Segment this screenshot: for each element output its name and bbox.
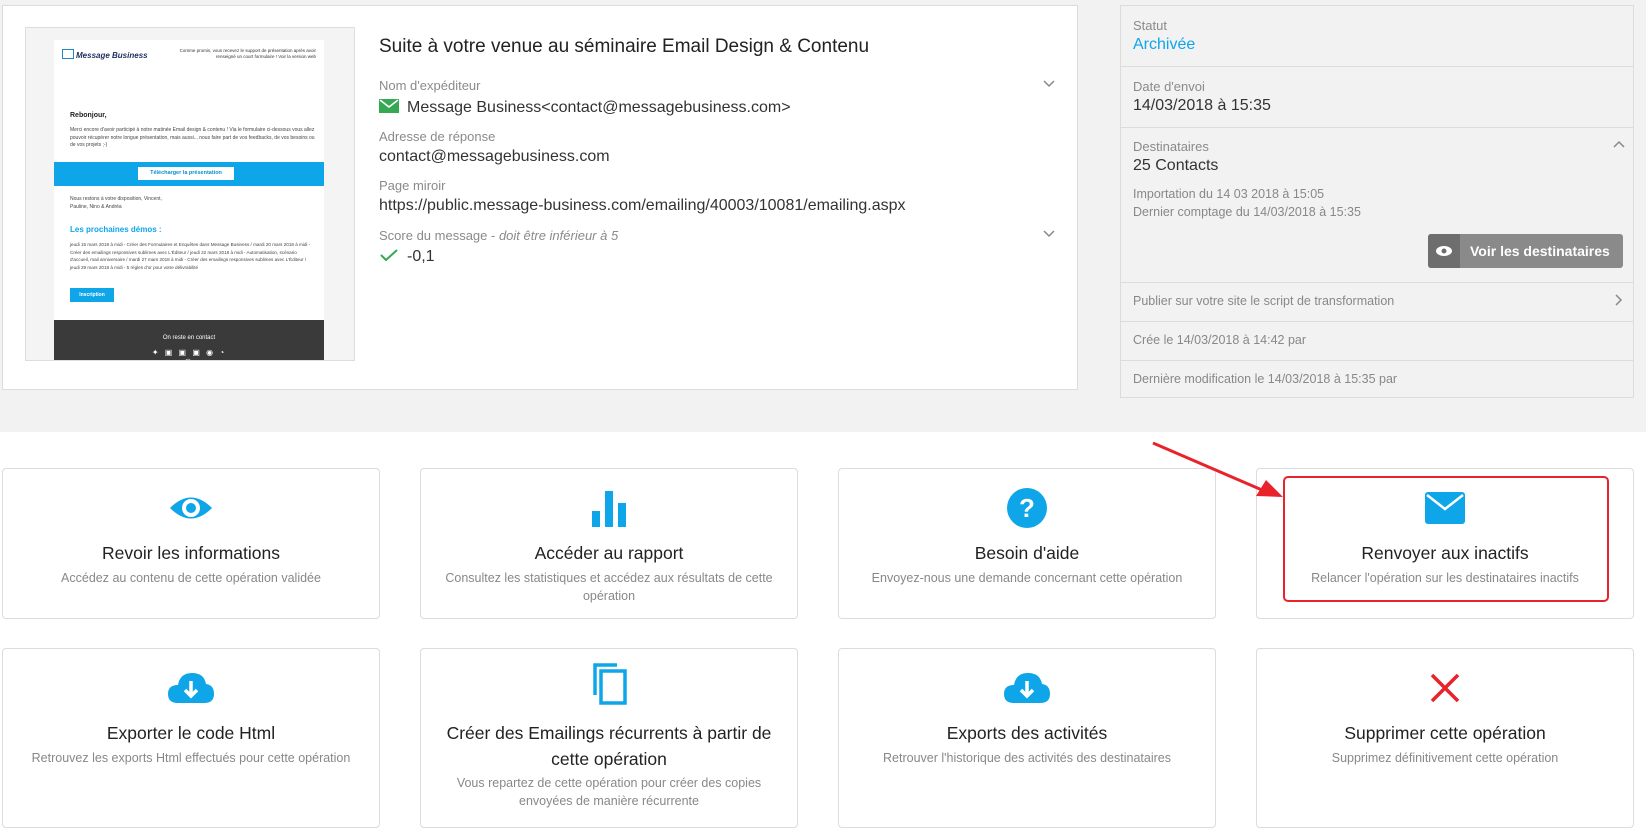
action-title: Besoin d'aide <box>974 543 1080 563</box>
action-desc: Relancer l'opération sur les destinatair… <box>1311 571 1579 585</box>
action-desc: Retrouver l'historique des activités des… <box>883 751 1171 765</box>
action-title: Accéder au rapport <box>534 543 684 563</box>
action-desc: Supprimez définitivement cette opération <box>1331 751 1559 765</box>
email-summary-card: Message Business Comme promis, vous rece… <box>2 5 1078 390</box>
import-info: Importation du 14 03 2018 à 15:05 <box>1133 187 1325 201</box>
count-info: Dernier comptage du 14/03/2018 à 15:35 <box>1133 205 1361 219</box>
preview-demos-title: Les prochaines démos : <box>70 225 162 234</box>
preview-greeting: Rebonjour, <box>70 112 107 119</box>
action-desc: Envoyez-nous une demande concernant cett… <box>871 571 1183 585</box>
created-text: Crée le 14/03/2018 à 14:42 par <box>1133 333 1307 347</box>
preview-download-button: Télécharger la présentation <box>138 167 234 180</box>
recipients-count: 25 Contacts <box>1133 157 1219 174</box>
send-date-row: Date d'envoi 14/03/2018 à 15:35 <box>1121 66 1633 128</box>
action-title: Supprimer cette opération <box>1344 723 1546 743</box>
sender-label: Nom d'expéditeur <box>379 78 481 93</box>
status-label: Statut <box>1133 18 1167 33</box>
cloud-download-icon <box>839 667 1215 709</box>
action-card-report[interactable]: Accéder au rapport Consultez les statist… <box>420 468 798 619</box>
view-recipients-button[interactable]: Voir les destinataires <box>1428 234 1623 268</box>
email-preview-canvas: Message Business Comme promis, vous rece… <box>54 40 324 360</box>
action-card-review[interactable]: Revoir les informations Accédez au conte… <box>2 468 380 619</box>
action-desc: Vous repartez de cette opération pour cr… <box>456 776 762 808</box>
close-icon <box>1257 667 1633 709</box>
mirror-link[interactable]: https://public.message-business.com/emai… <box>379 197 906 215</box>
preview-signup-button: Inscription <box>70 288 114 302</box>
bar-chart-icon <box>421 487 797 529</box>
action-desc: Retrouvez les exports Html effectués pou… <box>31 751 351 765</box>
publish-script-text: Publier sur votre site le script de tran… <box>1133 294 1395 308</box>
envelope-icon <box>379 99 399 113</box>
recipients-label: Destinataires <box>1133 139 1209 154</box>
action-desc: Accédez au contenu de cette opération va… <box>61 571 321 585</box>
action-desc: Consultez les statistiques et accédez au… <box>445 571 773 603</box>
action-title: Revoir les informations <box>102 543 280 563</box>
envelope-icon <box>1257 487 1633 529</box>
cloud-download-icon <box>3 667 379 709</box>
eye-icon <box>1428 234 1460 268</box>
copy-icon <box>421 663 797 709</box>
action-card-export-activities[interactable]: Exports des activités Retrouver l'histor… <box>838 648 1216 828</box>
help-icon: ? <box>839 487 1215 529</box>
svg-text:?: ? <box>1019 493 1035 523</box>
reply-label: Adresse de réponse <box>379 129 496 144</box>
action-title: Créer des Emailings récurrents à partir … <box>446 723 772 769</box>
preview-logo: Message Business <box>62 49 148 60</box>
check-icon <box>379 248 399 267</box>
modified-text: Dernière modification le 14/03/2018 à 15… <box>1133 372 1398 386</box>
send-date-value: 14/03/2018 à 15:35 <box>1133 97 1271 114</box>
chevron-down-icon[interactable] <box>1043 79 1055 91</box>
social-icons: ✦ ▣ ▣ ▣ ◉ ◔ ◎ <box>151 348 227 360</box>
score-value: -0,1 <box>379 248 435 267</box>
status-badge: Archivée <box>1133 36 1196 53</box>
action-card-recurring[interactable]: Créer des Emailings récurrents à partir … <box>420 648 798 828</box>
action-card-delete[interactable]: Supprimer cette opération Supprimez défi… <box>1256 648 1634 828</box>
preview-note: Comme promis, vous recevez le support de… <box>179 48 316 59</box>
created-row: Crée le 14/03/2018 à 14:42 par <box>1121 321 1633 361</box>
preview-footer: On reste en contact ✦ ▣ ▣ ▣ ◉ ◔ ◎ <box>54 320 324 360</box>
action-title: Renvoyer aux inactifs <box>1361 543 1529 563</box>
reply-value: contact@messagebusiness.com <box>379 148 610 165</box>
preview-header: Message Business Comme promis, vous rece… <box>62 46 316 70</box>
eye-icon <box>3 487 379 529</box>
sender-value: Message Business<contact@messagebusiness… <box>379 99 791 117</box>
chevron-down-icon[interactable] <box>1043 229 1055 241</box>
chevron-right-icon[interactable] <box>1615 294 1623 309</box>
action-card-export-html[interactable]: Exporter le code Html Retrouvez les expo… <box>2 648 380 828</box>
action-card-help[interactable]: ? Besoin d'aide Envoyez-nous une demande… <box>838 468 1216 619</box>
status-row: Statut Archivée <box>1121 6 1633 67</box>
score-label: Score du message - doit être inférieur à… <box>379 228 619 243</box>
preview-download-band: Télécharger la présentation <box>54 162 324 186</box>
preview-closing: Nous restons à votre disposition, Vincen… <box>70 196 162 210</box>
operation-details-panel: Statut Archivée Date d'envoi 14/03/2018 … <box>1120 5 1634 398</box>
action-title: Exporter le code Html <box>106 723 276 743</box>
view-recipients-label: Voir les destinataires <box>1470 243 1610 259</box>
preview-intro: Merci encore d'avoir participé à notre m… <box>70 127 315 148</box>
preview-demos-list: jeudi 15 mars 2018 à midi - Créer des Fo… <box>70 242 311 270</box>
chevron-up-icon[interactable] <box>1613 139 1625 151</box>
preview-footer-text: On reste en contact <box>162 335 216 341</box>
modified-row: Dernière modification le 14/03/2018 à 15… <box>1121 360 1633 397</box>
email-preview-thumbnail[interactable]: Message Business Comme promis, vous rece… <box>25 27 355 361</box>
publish-script-row[interactable]: Publier sur votre site le script de tran… <box>1121 282 1633 322</box>
email-title: Suite à votre venue au séminaire Email D… <box>379 36 870 57</box>
action-title: Exports des activités <box>946 723 1108 743</box>
mirror-label: Page miroir <box>379 178 446 193</box>
action-card-resend-inactive[interactable]: Renvoyer aux inactifs Relancer l'opérati… <box>1256 468 1634 619</box>
send-date-label: Date d'envoi <box>1133 79 1205 94</box>
